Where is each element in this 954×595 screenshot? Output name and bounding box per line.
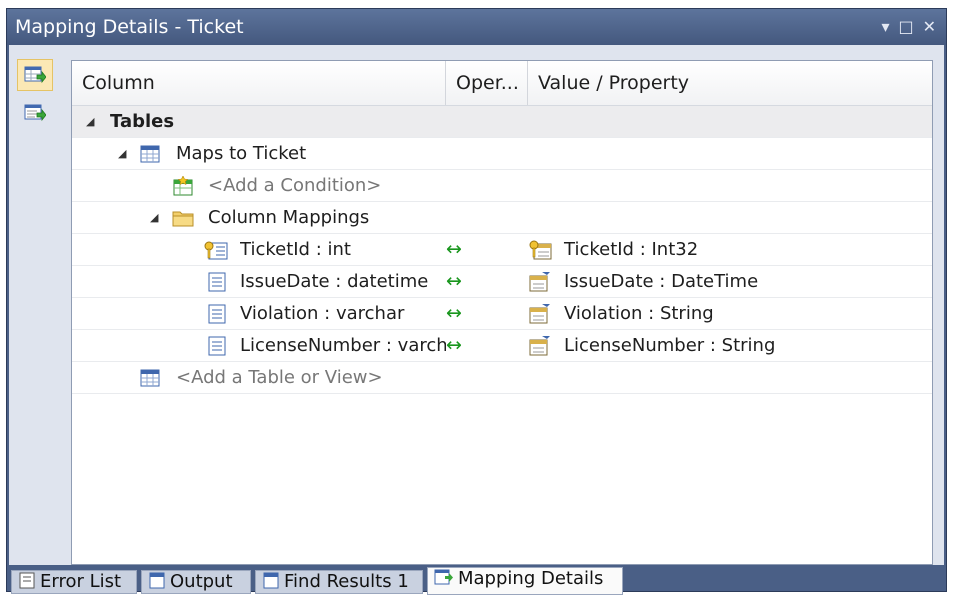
collapse-arrow-icon[interactable]: ◢ [118, 138, 126, 169]
add-table-row[interactable]: <Add a Table or View> [72, 362, 932, 394]
mapping-arrow-icon: ↔ [446, 302, 462, 324]
key-column-icon [204, 234, 228, 265]
mapping-details-icon [434, 568, 454, 591]
value-property-header[interactable]: Value / Property [528, 61, 932, 105]
column-mappings-row[interactable]: ◢ Column Mappings [72, 202, 932, 234]
title-bar: Mapping Details - Ticket ▾ □ ✕ [7, 9, 946, 45]
property-name: LicenseNumber : String [564, 335, 776, 356]
map-to-function-icon [24, 104, 46, 122]
property-icon [528, 298, 552, 329]
column-mappings-label: Column Mappings [208, 207, 370, 228]
column-name: LicenseNumber : varch [240, 335, 446, 356]
mapping-details-window: Mapping Details - Ticket ▾ □ ✕ Column Op… [6, 8, 947, 595]
mapping-grid: Column Oper... Value / Property ◢ Tables… [71, 60, 933, 565]
folder-icon [172, 202, 194, 233]
column-name: Violation : varchar [240, 303, 405, 324]
add-table-placeholder[interactable]: <Add a Table or View> [176, 362, 383, 393]
window-controls: ▾ □ ✕ [881, 9, 936, 45]
mapping-row[interactable]: TicketId : int ↔ TicketId : Int32 [72, 234, 932, 266]
table-mapping-row[interactable]: ◢ Maps to Ticket [72, 138, 932, 170]
mapping-arrow-icon: ↔ [446, 270, 462, 292]
maximize-icon[interactable]: □ [898, 19, 913, 35]
close-icon[interactable]: ✕ [923, 19, 936, 35]
error-list-icon [18, 571, 36, 593]
tool-window-tabs: Error List Output Find Results 1 Mapping… [7, 565, 946, 595]
column-header[interactable]: Column [72, 61, 446, 105]
grid-header: Column Oper... Value / Property [72, 61, 932, 106]
table-icon [140, 138, 160, 169]
tab-output[interactable]: Output [141, 570, 251, 594]
operator-header[interactable]: Oper... [446, 61, 528, 105]
tables-group-row[interactable]: ◢ Tables [72, 106, 932, 138]
map-to-function-button[interactable] [17, 97, 53, 129]
property-icon [528, 266, 552, 297]
tables-label: Tables [110, 111, 175, 132]
key-property-icon [528, 234, 552, 265]
window-title: Mapping Details - Ticket [15, 16, 244, 38]
output-icon [148, 571, 166, 593]
add-condition-row[interactable]: <Add a Condition> [72, 170, 932, 202]
find-results-icon [262, 571, 280, 593]
collapse-arrow-icon[interactable]: ◢ [86, 106, 94, 137]
mapping-row[interactable]: IssueDate : datetime ↔ IssueDate : DateT… [72, 266, 932, 298]
add-condition-placeholder[interactable]: <Add a Condition> [208, 170, 381, 201]
collapse-arrow-icon[interactable]: ◢ [150, 202, 158, 233]
tab-mapping-details[interactable]: Mapping Details [427, 567, 623, 595]
property-name: TicketId : Int32 [564, 239, 699, 260]
column-icon [208, 266, 226, 297]
mapping-row[interactable]: LicenseNumber : varch ↔ LicenseNumber : … [72, 330, 932, 362]
map-to-table-icon [24, 66, 46, 84]
column-icon [208, 330, 226, 361]
tab-error-list[interactable]: Error List [11, 570, 137, 594]
column-name: TicketId : int [240, 239, 351, 260]
property-icon [528, 330, 552, 361]
maps-to-ticket-label: Maps to Ticket [176, 143, 307, 164]
column-icon [208, 298, 226, 329]
dropdown-icon[interactable]: ▾ [881, 19, 889, 35]
tab-label: Find Results 1 [284, 571, 409, 592]
tab-find-results[interactable]: Find Results 1 [255, 570, 423, 594]
map-to-table-button[interactable] [17, 59, 53, 91]
tab-label: Error List [40, 571, 122, 592]
sidebar [9, 45, 63, 565]
tab-label: Output [170, 571, 233, 592]
column-name: IssueDate : datetime [240, 271, 429, 292]
mapping-row[interactable]: Violation : varchar ↔ Violation : String [72, 298, 932, 330]
property-name: Violation : String [564, 303, 714, 324]
property-name: IssueDate : DateTime [564, 271, 759, 292]
mapping-arrow-icon: ↔ [446, 238, 462, 260]
mapping-arrow-icon: ↔ [446, 334, 462, 356]
add-condition-icon [172, 170, 194, 201]
mapping-pane: Column Oper... Value / Property ◢ Tables… [9, 45, 944, 565]
table-icon [140, 362, 160, 393]
tab-label: Mapping Details [458, 568, 604, 589]
